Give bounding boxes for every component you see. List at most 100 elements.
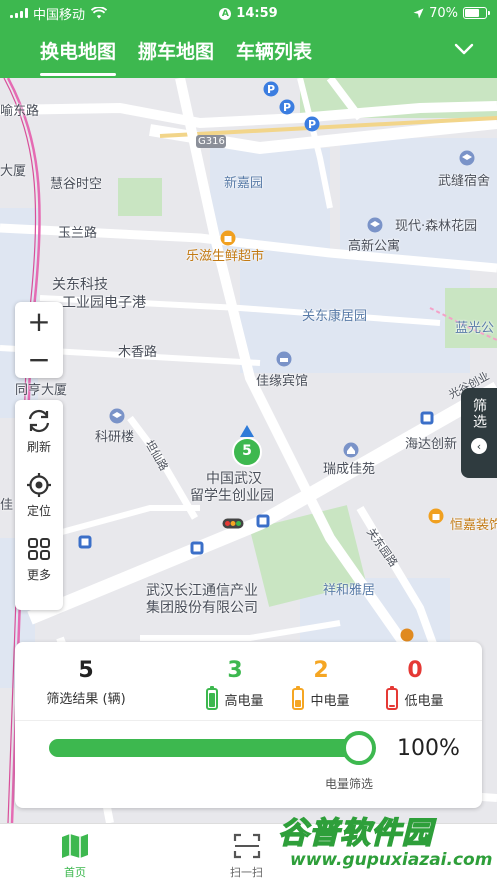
- shopping-bag-icon: [428, 508, 444, 524]
- place-label: 海达创新: [405, 437, 458, 452]
- tab-scan[interactable]: 扫一扫: [230, 832, 263, 880]
- school-icon: [109, 408, 125, 424]
- place-label: 留学生创业园: [190, 488, 274, 504]
- low-battery-count: 0: [407, 658, 423, 683]
- cluster-count: 5: [242, 443, 252, 459]
- zoom-control: + −: [15, 302, 63, 378]
- crosshair-icon: [27, 473, 51, 497]
- parking-icon: P: [263, 81, 279, 97]
- battery-icon: [463, 7, 490, 19]
- parking-icon: P: [279, 99, 295, 115]
- filter-label: 筛选: [471, 398, 487, 430]
- place-label: 新嘉园: [224, 176, 264, 191]
- signal-icon: [10, 8, 28, 18]
- school-icon: [367, 217, 383, 233]
- road-label: 玉兰路: [58, 226, 98, 241]
- mid-battery-count: 2: [313, 658, 329, 683]
- tab-swap-map[interactable]: 换电地图: [40, 37, 117, 76]
- tab-move-car-map[interactable]: 挪车地图: [138, 37, 214, 68]
- slider-fill: [49, 739, 359, 757]
- slider-knob[interactable]: [342, 731, 376, 765]
- panel-divider: [15, 720, 482, 721]
- high-battery-count: 3: [227, 658, 243, 683]
- place-label: 武缝宿舍: [438, 174, 491, 189]
- place-label: 科研楼: [95, 430, 135, 445]
- refresh-label: 刷新: [26, 440, 51, 454]
- parking-icon: P: [304, 116, 320, 132]
- road-label: 喻东路: [0, 104, 40, 119]
- watermark-title: 谷普软件园: [277, 815, 433, 852]
- tab-home[interactable]: 首页: [60, 832, 90, 880]
- high-battery-label: 高电量: [224, 693, 264, 709]
- svg-text:P: P: [283, 101, 291, 114]
- more-button[interactable]: 更多: [26, 536, 52, 600]
- place-label: 慧谷时空: [50, 177, 103, 192]
- low-battery-stat: 0 低电量: [375, 658, 455, 710]
- poi-label: 恒嘉装饰: [450, 518, 497, 533]
- tab-home-label: 首页: [64, 866, 86, 879]
- shopping-bag-icon: [220, 230, 236, 246]
- hotel-icon: [276, 351, 292, 367]
- slider-percent: 100%: [397, 736, 460, 761]
- svg-text:P: P: [267, 83, 275, 96]
- watermark-url: www.gupuxiazai.com: [290, 850, 493, 870]
- battery-level-slider[interactable]: [49, 731, 376, 765]
- metro-icon: [190, 541, 204, 555]
- tab-vehicle-list[interactable]: 车辆列表: [236, 37, 312, 68]
- status-bar: 中国移动 A 14:59 70%: [0, 0, 497, 26]
- metro-icon: [256, 514, 270, 528]
- poi-label: 佳缘宾馆: [256, 374, 309, 389]
- slider-label: 电量筛选: [325, 777, 374, 791]
- place-label: 大厦: [0, 164, 27, 179]
- clock-time: 14:59: [236, 5, 278, 21]
- mid-battery-label: 中电量: [310, 693, 350, 709]
- place-label: 蓝光公: [455, 321, 495, 336]
- place-label: 武汉长江通信产业: [146, 583, 258, 599]
- map-tools: 刷新 定位 更多: [15, 400, 63, 610]
- metro-icon: [78, 535, 92, 549]
- tab-scan-label: 扫一扫: [230, 866, 263, 879]
- metro-icon: [420, 411, 434, 425]
- highway-shield-label: G316: [198, 136, 225, 147]
- mid-battery-stat: 2 中电量: [281, 658, 361, 710]
- place-label: 关东科技: [52, 277, 108, 293]
- battery-mid-icon: [292, 686, 305, 710]
- scan-icon: [233, 833, 260, 859]
- school-icon: [459, 150, 475, 166]
- refresh-button[interactable]: 刷新: [26, 408, 52, 472]
- wifi-icon: [91, 7, 108, 19]
- place-label: 同亨大厦: [15, 383, 68, 398]
- total-stat: 5 筛选结果 (辆): [31, 658, 141, 707]
- place-label: 高新公寓: [348, 239, 401, 254]
- zoom-in-button[interactable]: +: [15, 302, 63, 340]
- watermark-logo: 谷普软件园 www.gupuxiazai.com: [277, 808, 497, 883]
- place-label: 工业园电子港: [62, 295, 146, 311]
- road-label: 木香路: [118, 345, 158, 360]
- total-label: 筛选结果 (辆): [46, 692, 126, 707]
- low-battery-label: 低电量: [404, 693, 444, 709]
- place-label: 中国武汉: [206, 471, 262, 487]
- grid-icon: [28, 538, 50, 560]
- svg-text:P: P: [308, 118, 316, 131]
- place-label: 关东康居园: [302, 309, 368, 324]
- battery-percent: 70%: [429, 5, 458, 21]
- place-label: 集团股份有限公司: [146, 600, 258, 616]
- battery-high-icon: [206, 686, 219, 710]
- chevron-down-icon[interactable]: [453, 38, 475, 60]
- total-count: 5: [78, 658, 94, 683]
- chevron-left-icon: ‹: [471, 438, 487, 454]
- refresh-icon: [28, 409, 50, 433]
- location-badge-icon: A: [219, 7, 232, 20]
- zoom-out-button[interactable]: −: [15, 340, 63, 378]
- shopping-bag-icon: [400, 628, 414, 642]
- hotel-icon: [343, 442, 359, 458]
- place-label: 现代·森林花园: [395, 219, 478, 234]
- traffic-light-icon: [222, 518, 244, 529]
- map-icon: [62, 834, 88, 858]
- filter-drawer-tab[interactable]: 筛选 ‹: [461, 388, 497, 478]
- locate-button[interactable]: 定位: [26, 472, 52, 536]
- vehicle-cluster-marker[interactable]: 5: [232, 425, 262, 467]
- locate-label: 定位: [26, 504, 51, 518]
- battery-low-icon: [386, 686, 399, 710]
- battery-filter-panel: 5 筛选结果 (辆) 3 高电量 2 中电量 0 低电量 100% 电量筛选: [15, 642, 482, 808]
